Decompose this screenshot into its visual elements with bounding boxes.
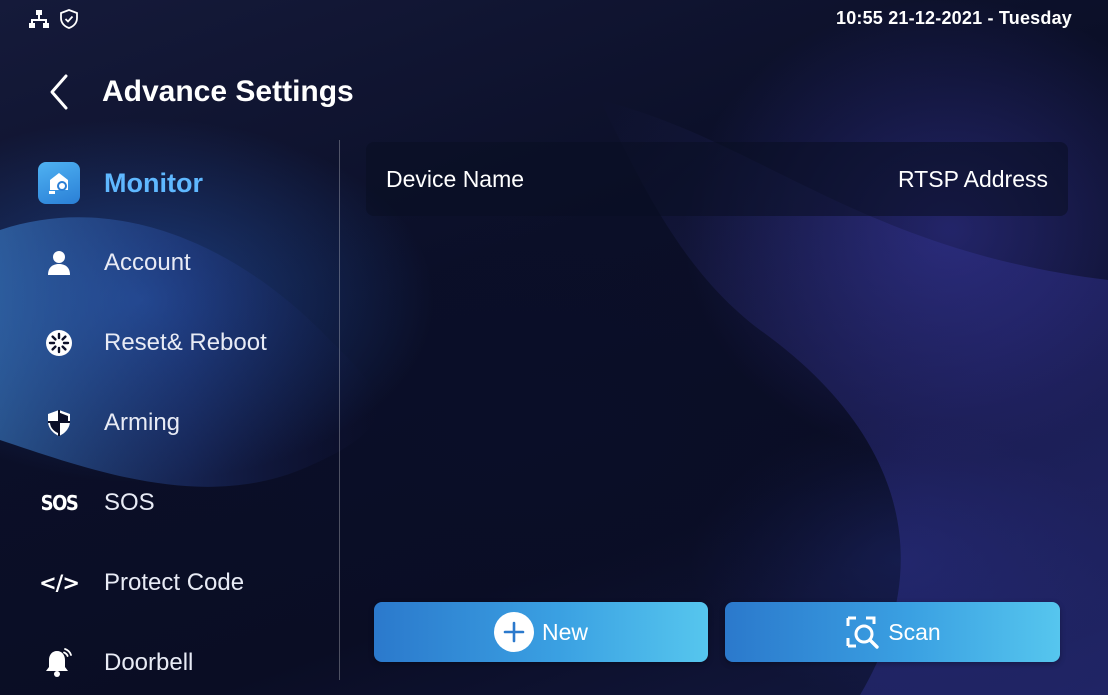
sidebar-item-arming[interactable]: Arming	[36, 396, 326, 450]
monitor-camera-icon	[38, 162, 80, 204]
sidebar-item-label: Doorbell	[104, 649, 194, 676]
code-icon: </>	[36, 560, 82, 606]
sidebar-item-label: SOS	[104, 489, 155, 516]
new-button[interactable]: New	[374, 602, 708, 662]
plus-circle-icon	[493, 612, 534, 652]
monitor-table-header: Device Name RTSP Address	[366, 142, 1068, 216]
scan-button-label: Scan	[888, 618, 941, 645]
reset-reboot-icon	[36, 320, 82, 366]
column-header-device-name: Device Name	[386, 166, 525, 192]
scan-button[interactable]: Scan	[725, 602, 1060, 662]
sidebar-item-protect-code[interactable]: </> Protect Code	[36, 556, 326, 610]
page-title: Advance Settings	[102, 75, 354, 108]
status-bar: 10:55 21-12-2021 - Tuesday	[0, 0, 1108, 40]
monitor-table-body	[366, 218, 1068, 590]
code-icon-text: </>	[39, 571, 80, 595]
network-icon	[28, 8, 50, 30]
sidebar-item-doorbell[interactable]: Doorbell	[36, 636, 326, 690]
sidebar-item-account[interactable]: Account	[36, 236, 326, 290]
sidebar-item-label: Protect Code	[104, 569, 245, 596]
new-button-label: New	[541, 618, 588, 645]
sos-icon-text: SOS	[40, 491, 79, 515]
chevron-left-icon	[50, 74, 68, 110]
scan-search-icon	[844, 614, 880, 650]
sos-icon: SOS	[36, 480, 82, 526]
shield-check-icon	[58, 8, 80, 30]
back-button[interactable]	[44, 72, 74, 112]
sidebar-divider	[339, 140, 340, 680]
sidebar-item-reset-reboot[interactable]: Reset& Reboot	[36, 316, 326, 370]
bell-icon	[36, 640, 82, 686]
person-icon	[36, 240, 82, 286]
screen: 10:55 21-12-2021 - Tuesday Advance Setti…	[0, 0, 1108, 695]
column-header-rtsp-address: RTSP Address	[897, 166, 1048, 192]
status-time-date: 10:55 21-12-2021 - Tuesday	[835, 8, 1072, 28]
sidebar-item-label: Arming	[104, 409, 181, 436]
sidebar: Monitor Account Reset& Reboot Arming SOS…	[0, 140, 338, 680]
sidebar-item-sos[interactable]: SOS SOS	[36, 476, 326, 530]
sidebar-item-monitor[interactable]: Monitor	[36, 156, 326, 210]
shield-icon	[36, 400, 82, 446]
sidebar-item-label: Reset& Reboot	[104, 329, 267, 356]
sidebar-item-label: Account	[104, 249, 191, 276]
sidebar-item-label: Monitor	[104, 167, 203, 198]
